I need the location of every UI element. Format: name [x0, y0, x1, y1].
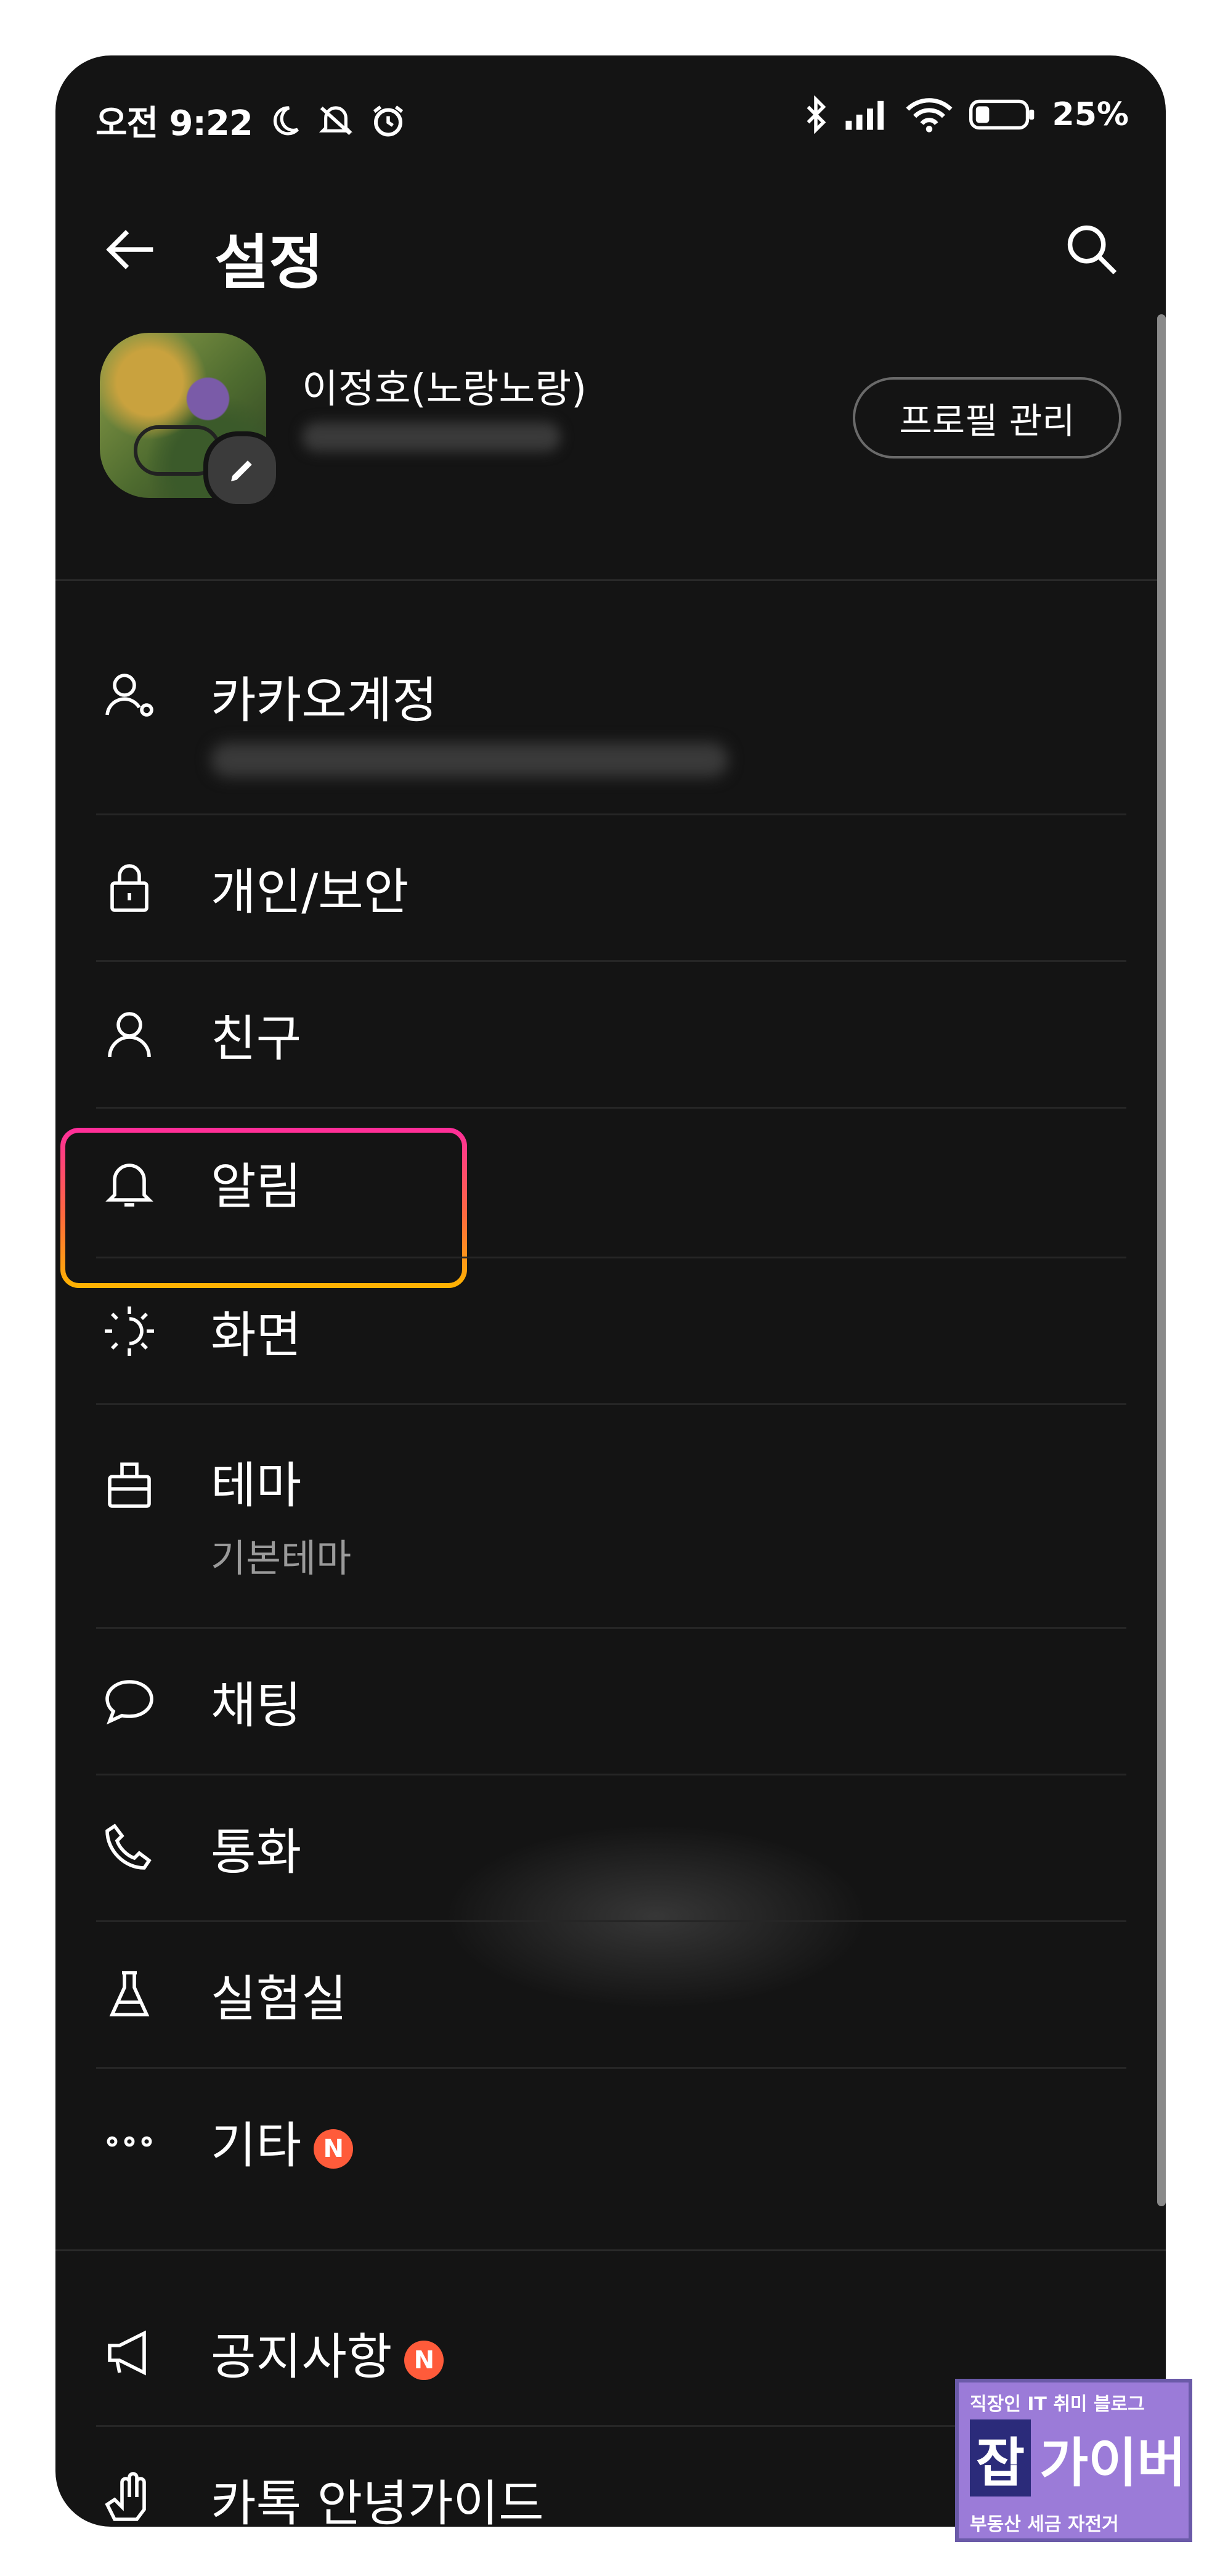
- menu-item-notifications[interactable]: 알림: [55, 1109, 1166, 1257]
- battery-percent: 25%: [1052, 96, 1129, 133]
- page-title: 설정: [214, 228, 323, 297]
- search-button[interactable]: [1061, 219, 1123, 280]
- menu-item-kakao-account[interactable]: 카카오계정: [55, 610, 1166, 813]
- section-divider: [55, 579, 1166, 581]
- bluetooth-icon: [803, 96, 828, 134]
- profile-section: 이정호(노랑노랑) 프로필 관리: [55, 333, 1166, 579]
- menu-label: 채팅: [211, 1677, 302, 1734]
- settings-screen: 오전 9:22 25% 설정 이정호(노랑노랑) 프로필 관리 카카오계정 개인…: [55, 55, 1166, 2527]
- search-icon: [1061, 219, 1123, 280]
- watermark-bottom: 부동산 세금 자전거: [970, 2514, 1119, 2535]
- profile-status-blurred: [302, 422, 561, 452]
- menu-label-row: 공지사항 N: [211, 2317, 444, 2389]
- section-divider: [55, 2249, 1166, 2251]
- bell-icon: [100, 1153, 159, 1212]
- signal-icon: [844, 99, 890, 130]
- pencil-icon: [226, 454, 259, 487]
- new-badge: N: [404, 2341, 444, 2381]
- menu-label: 알림: [211, 1158, 302, 1215]
- new-badge: N: [314, 2129, 354, 2169]
- menu-label: 카톡 안녕가이드: [211, 2475, 544, 2527]
- watermark-main-left: 잡: [970, 2419, 1031, 2497]
- account-icon: [100, 666, 159, 725]
- menu-item-theme[interactable]: 테마 기본테마: [55, 1405, 1166, 1627]
- flask-icon: [100, 1965, 159, 2024]
- profile-manage-button[interactable]: 프로필 관리: [853, 377, 1121, 459]
- wifi-icon: [905, 96, 953, 133]
- menu-sublabel: 기본테마: [211, 1536, 352, 1581]
- chat-bubble-icon: [100, 1672, 159, 1731]
- profile-name: 이정호(노랑노랑): [302, 367, 587, 412]
- megaphone-icon: [100, 2323, 159, 2382]
- menu-label: 공지사항: [211, 2328, 392, 2386]
- menu-item-friends[interactable]: 친구: [55, 962, 1166, 1107]
- back-button[interactable]: [102, 219, 163, 280]
- battery-icon: [969, 98, 1036, 131]
- menu-label: 실험실: [211, 1970, 347, 2028]
- menu-label: 개인/보안: [211, 863, 409, 921]
- mute-icon: [317, 104, 355, 138]
- menu-item-lab[interactable]: 실험실: [55, 1922, 1166, 2067]
- menu-label: 기타: [211, 2117, 302, 2174]
- menu-item-privacy[interactable]: 개인/보안: [55, 815, 1166, 960]
- menu-label: 화면: [211, 1306, 302, 1364]
- hand-icon: [100, 2470, 159, 2527]
- status-bar: 오전 9:22 25%: [55, 55, 1166, 179]
- watermark-main-right: 가이버: [1039, 2432, 1186, 2494]
- watermark-main: 잡 가이버: [970, 2419, 1186, 2497]
- scrollbar[interactable]: [1157, 314, 1166, 2206]
- blog-watermark: 직장인 IT 취미 블로그 잡 가이버 부동산 세금 자전거: [955, 2379, 1192, 2542]
- more-icon: [100, 2112, 159, 2171]
- menu-label-row: 기타 N: [211, 2106, 354, 2177]
- app-header: 설정: [55, 197, 1166, 302]
- menu-label: 통화: [211, 1824, 302, 1881]
- edit-profile-button[interactable]: [203, 431, 281, 509]
- menu-item-display[interactable]: 화면: [55, 1258, 1166, 1403]
- brightness-icon: [100, 1302, 159, 1361]
- back-arrow-icon: [102, 219, 163, 280]
- person-icon: [100, 1005, 159, 1064]
- phone-icon: [100, 1819, 159, 1878]
- status-time: 오전 9:22: [96, 104, 253, 144]
- account-email-blurred: [211, 743, 728, 777]
- menu-item-call[interactable]: 통화: [55, 1775, 1166, 1920]
- menu-label: 테마: [211, 1457, 302, 1514]
- lock-icon: [100, 858, 159, 918]
- menu-label: 카카오계정: [211, 672, 437, 729]
- menu-item-chat[interactable]: 채팅: [55, 1629, 1166, 1774]
- watermark-top: 직장인 IT 취미 블로그: [970, 2394, 1145, 2415]
- menu-label: 친구: [211, 1010, 302, 1067]
- theme-icon: [100, 1454, 159, 1514]
- moon-icon: [267, 104, 302, 138]
- alarm-icon: [370, 102, 407, 139]
- menu-item-etc[interactable]: 기타 N: [55, 2069, 1166, 2214]
